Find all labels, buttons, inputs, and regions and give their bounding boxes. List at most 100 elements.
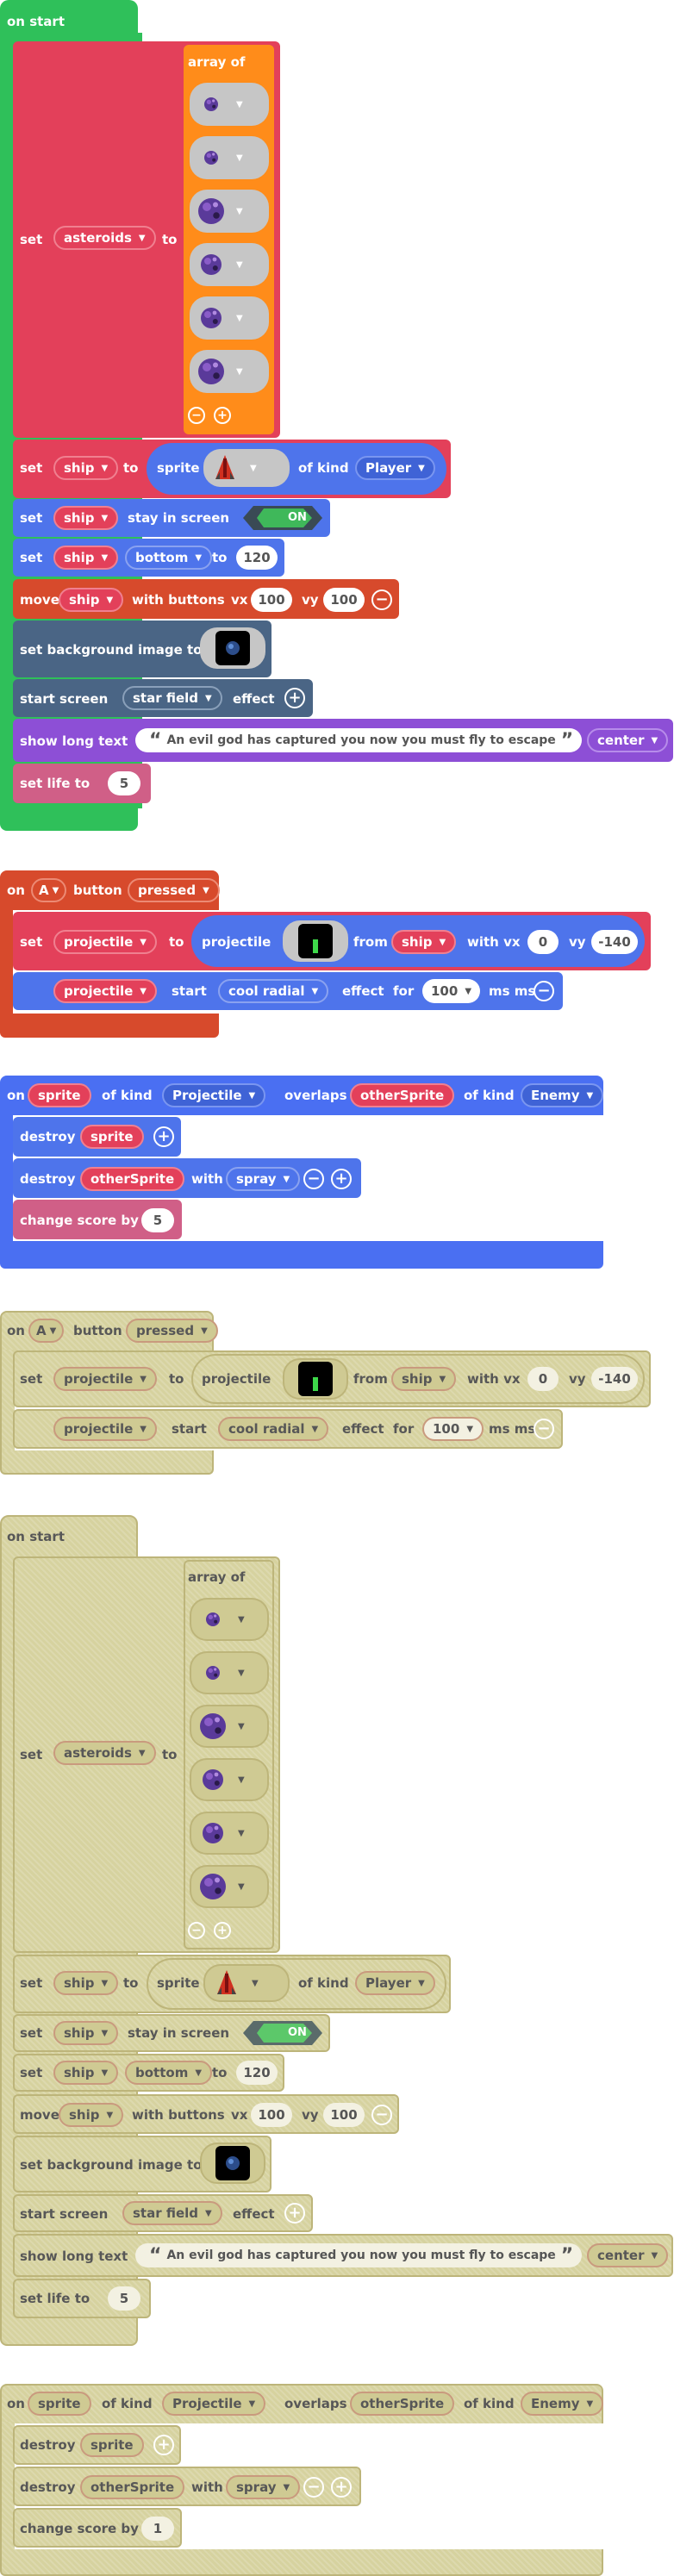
kind-enemy-dropdown[interactable]: Enemy ▼ <box>521 1083 604 1107</box>
ship-var-dropdown[interactable]: ship ▼ <box>53 456 119 480</box>
projectile-pill[interactable]: projectile ▼ <box>53 979 157 1003</box>
add-arg-icon[interactable]: + <box>284 688 305 708</box>
kind-projectile-dropdown-d[interactable]: Projectile ▼ <box>162 2392 266 2416</box>
ship-pill-d2[interactable]: ship ▼ <box>53 2061 119 2085</box>
other-sprite-pill-2[interactable]: otherSprite <box>80 1167 185 1191</box>
add-arg-icon[interactable]: + <box>153 2435 174 2455</box>
ship-pill-d[interactable]: ship ▼ <box>53 2021 119 2045</box>
projectile-effect-dropdown[interactable]: cool radial ▼ <box>218 979 329 1003</box>
asteroids-var-dropdown-d[interactable]: asteroids ▼ <box>53 1741 156 1765</box>
ship-pill-2[interactable]: ship ▼ <box>53 546 119 570</box>
bottom-prop-dropdown[interactable]: bottom ▼ <box>125 546 213 570</box>
score-value-input-d[interactable]: 1 <box>141 2517 174 2541</box>
on-toggle-d[interactable] <box>243 2021 322 2045</box>
add-item-icon[interactable]: + <box>214 407 231 424</box>
kind-projectile-dropdown[interactable]: Projectile ▼ <box>162 1083 266 1107</box>
projectile-pill-d[interactable]: projectile ▼ <box>53 1417 157 1441</box>
kind-player-dropdown-d[interactable]: Player ▼ <box>355 1971 435 1995</box>
ship-pill-d4[interactable]: ship ▼ <box>391 1367 457 1391</box>
asteroid-image-picker[interactable]: ▼ <box>190 1812 269 1855</box>
add-arg-icon[interactable]: + <box>153 1126 174 1147</box>
bottom-prop-dropdown-d[interactable]: bottom ▼ <box>125 2061 213 2085</box>
sprite-var-pill-d[interactable]: sprite <box>28 2392 91 2416</box>
vx-input-d[interactable]: 100 <box>251 2103 292 2127</box>
button-key-dropdown[interactable]: A ▼ <box>31 878 67 902</box>
asteroid-image-picker[interactable]: ▼ <box>190 1865 269 1908</box>
vx-input[interactable]: 100 <box>251 588 292 612</box>
event-dropdown[interactable]: pressed ▼ <box>128 878 220 902</box>
asteroid-image-picker[interactable]: ▼ <box>190 1598 269 1641</box>
ship-pill-3[interactable]: ship ▼ <box>59 588 124 612</box>
sprite-pill-2[interactable]: sprite <box>80 1125 144 1149</box>
bottom-value-input[interactable]: 120 <box>236 546 278 570</box>
asteroids-var-dropdown[interactable]: asteroids ▼ <box>53 226 156 250</box>
screen-effect-dropdown-d[interactable]: star field ▼ <box>122 2201 222 2225</box>
screen-effect-dropdown[interactable]: star field ▼ <box>122 686 222 710</box>
asteroid-image-picker[interactable]: ▼ <box>190 243 269 286</box>
destroy-effect-dropdown[interactable]: spray ▼ <box>226 1167 301 1191</box>
asteroid-image-picker[interactable]: ▼ <box>190 1705 269 1748</box>
remove-arg-icon[interactable]: − <box>534 981 554 1001</box>
projectile-vx-input-d[interactable]: 0 <box>527 1367 559 1391</box>
other-sprite-pill[interactable]: otherSprite <box>350 1083 455 1107</box>
asteroid-image-picker[interactable]: ▼ <box>190 190 269 233</box>
ship-image-picker-d[interactable]: ▼ <box>203 1964 290 2002</box>
align-dropdown-d[interactable]: center ▼ <box>587 2243 669 2267</box>
remove-item-icon[interactable]: − <box>188 1922 205 1939</box>
on-toggle[interactable] <box>243 506 322 530</box>
projectile-image-icon <box>298 924 333 958</box>
remove-arg-icon[interactable]: − <box>371 589 392 610</box>
asteroid-image-picker[interactable]: ▼ <box>190 350 269 393</box>
bottom-value-input-d[interactable]: 120 <box>236 2061 278 2085</box>
projectile-vx-input[interactable]: 0 <box>527 930 559 954</box>
event-dropdown-d[interactable]: pressed ▼ <box>126 1319 218 1343</box>
align-dropdown[interactable]: center ▼ <box>587 728 669 752</box>
vy-input[interactable]: 100 <box>323 588 365 612</box>
other-sprite-pill-d[interactable]: otherSprite <box>350 2392 455 2416</box>
projectile-image-picker-d[interactable] <box>283 1358 348 1400</box>
asteroid-image-picker[interactable]: ▼ <box>190 1758 269 1801</box>
add-arg-icon[interactable]: + <box>284 2203 305 2224</box>
projectile-var-dropdown-d[interactable]: projectile ▼ <box>53 1367 157 1391</box>
button-key-dropdown-d[interactable]: A ▼ <box>28 1319 65 1343</box>
remove-item-icon[interactable]: − <box>188 407 205 424</box>
vy-input-d[interactable]: 100 <box>323 2103 365 2127</box>
add-arg-icon[interactable]: + <box>331 1169 352 1189</box>
projectile-effect-dropdown-d[interactable]: cool radial ▼ <box>218 1417 329 1441</box>
duration-dropdown-d[interactable]: 100 ▼ <box>422 1417 484 1441</box>
destroy-effect-dropdown-d[interactable]: spray ▼ <box>226 2475 301 2499</box>
remove-arg-icon[interactable]: − <box>371 2105 392 2125</box>
background-image-picker-d[interactable] <box>200 2143 265 2184</box>
ship-pill[interactable]: ship ▼ <box>53 506 119 530</box>
background-image-picker[interactable] <box>200 627 265 669</box>
kind-enemy-dropdown-d[interactable]: Enemy ▼ <box>521 2392 604 2416</box>
duration-dropdown[interactable]: 100 ▼ <box>422 979 481 1003</box>
projectile-var-dropdown[interactable]: projectile ▼ <box>53 930 157 954</box>
asteroid-image-picker[interactable]: ▼ <box>190 1651 269 1694</box>
projectile-image-picker[interactable] <box>283 920 348 962</box>
sprite-var-pill[interactable]: sprite <box>28 1083 91 1107</box>
life-value-input-d[interactable]: 5 <box>108 2286 140 2311</box>
other-sprite-pill-d2[interactable]: otherSprite <box>80 2475 185 2499</box>
projectile-vy-input[interactable]: -140 <box>591 930 638 954</box>
remove-arg-icon[interactable]: − <box>303 1169 324 1189</box>
kind-player-dropdown[interactable]: Player ▼ <box>355 456 435 480</box>
ship-pill-4[interactable]: ship ▼ <box>391 930 457 954</box>
asteroid-image-picker[interactable]: ▼ <box>190 296 269 340</box>
ship-var-dropdown-d[interactable]: ship ▼ <box>53 1971 119 1995</box>
sprite-pill-d2[interactable]: sprite <box>80 2433 144 2457</box>
add-item-icon[interactable]: + <box>214 1922 231 1939</box>
ship-pill-d3[interactable]: ship ▼ <box>59 2103 124 2127</box>
life-value-input[interactable]: 5 <box>108 771 140 795</box>
long-text-input[interactable]: “ An evil god has captured you now you mu… <box>135 728 582 752</box>
long-text-input-d[interactable]: “ An evil god has captured you now you mu… <box>135 2243 582 2267</box>
score-value-input[interactable]: 5 <box>141 1208 174 1232</box>
asteroid-image-picker[interactable]: ▼ <box>190 136 269 179</box>
remove-arg-icon[interactable]: − <box>534 1419 554 1439</box>
asteroid-image-picker[interactable]: ▼ <box>190 83 269 126</box>
add-arg-icon[interactable]: + <box>331 2477 352 2498</box>
remove-arg-icon[interactable]: − <box>303 2477 324 2498</box>
ship-image-picker[interactable]: ▼ <box>203 449 290 487</box>
projectile-vy-input-d[interactable]: -140 <box>591 1367 638 1391</box>
space-image-icon <box>215 631 250 665</box>
